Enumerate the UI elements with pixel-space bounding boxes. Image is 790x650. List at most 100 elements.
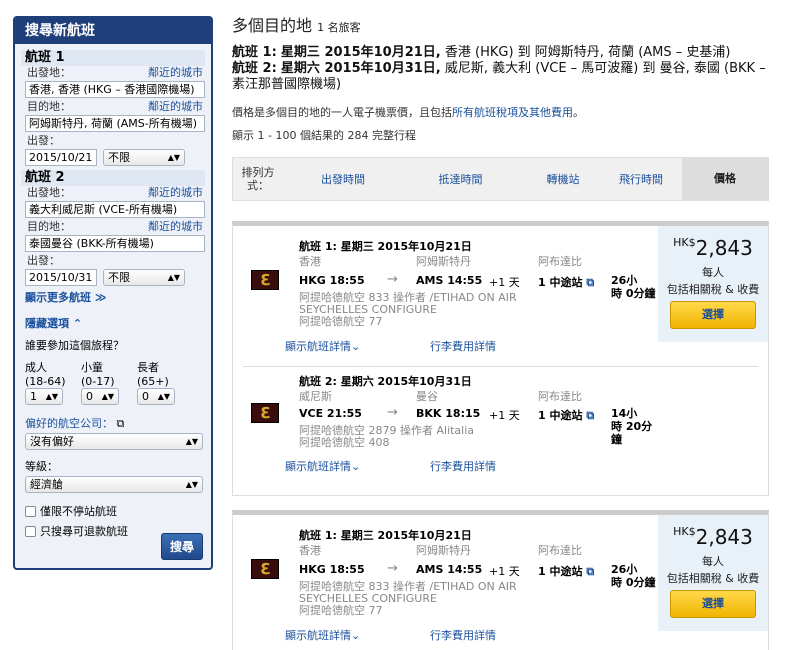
show-flight-details-link[interactable]: 顯示航班詳情⌄ xyxy=(285,338,360,354)
chevron-up-icon: ⌃ xyxy=(72,317,83,330)
via-city: 阿布達比 xyxy=(538,255,582,268)
flight1-to-nearby-link[interactable]: 鄰近的城市 xyxy=(148,100,203,114)
flight2-section-label: 航班 2 xyxy=(21,170,205,186)
search-button[interactable]: 搜尋 xyxy=(160,533,203,560)
search-panel-title: 搜尋新航班 xyxy=(15,18,211,44)
baggage-fees-link[interactable]: 行李費用詳情 xyxy=(430,338,496,354)
arrow-right-icon: → xyxy=(387,405,398,420)
arrow-right-icon: → xyxy=(387,272,398,287)
sort-label: 排列方式： xyxy=(241,166,275,192)
preferred-airline-select[interactable]: 沒有偏好 ▲▼ xyxy=(25,433,203,450)
traveler-count: 1 名旅客 xyxy=(317,21,361,34)
stops[interactable]: 1 中途站 ⧉ xyxy=(538,407,594,423)
to-city: 阿姆斯特丹 xyxy=(416,544,471,557)
popup-icon: ⧉ xyxy=(116,417,125,430)
show-flight-details-link[interactable]: 顯示航班詳情⌄ xyxy=(285,627,360,643)
preferred-airline-link[interactable]: 偏好的航空公司： xyxy=(25,417,113,430)
select-button[interactable]: 選擇 xyxy=(670,301,756,329)
via-city: 阿布達比 xyxy=(538,390,582,403)
refundable-label: 只搜尋可退款航班 xyxy=(40,525,128,538)
departure-time: HKG 18:55 xyxy=(299,563,365,576)
per-person: 每人 xyxy=(702,555,724,568)
baggage-fees-link[interactable]: 行李費用詳情 xyxy=(430,627,496,643)
arrow-right-icon: → xyxy=(387,561,398,576)
duration: 26小時 0分鐘 xyxy=(611,563,656,589)
chevron-down-icon: ⌄ xyxy=(351,460,361,473)
flight2-depart-label: 出發： xyxy=(27,254,60,267)
sort-price[interactable]: 價格 xyxy=(682,157,768,201)
leg-header: 航班 2: 星期六 2015年10月31日 xyxy=(299,375,472,388)
departure-time: VCE 21:55 xyxy=(299,407,362,420)
seniors-label: 長者 xyxy=(137,361,159,374)
via-city: 阿布達比 xyxy=(538,544,582,557)
adults-select[interactable]: 1 ▲▼ xyxy=(25,388,63,405)
popup-icon: ⧉ xyxy=(586,409,595,422)
arrival-time: AMS 14:55 xyxy=(416,563,483,576)
leg-header: 航班 1: 星期三 2015年10月21日 xyxy=(299,240,472,253)
duration: 14小時 20分鐘 xyxy=(611,407,653,446)
operator-info: 阿提哈德航空 833 操作者 /ETIHAD ON AIR SEYCHELLES … xyxy=(299,291,517,328)
result-count: 顯示 1 - 100 個結果的 284 完整行程 xyxy=(232,129,416,142)
popup-icon: ⧉ xyxy=(586,565,595,578)
flight1-from-input[interactable]: 香港, 香港 (HKG – 香港國際機場) xyxy=(25,81,205,98)
checkbox-box[interactable] xyxy=(25,505,36,517)
price: HK$2,843 xyxy=(673,236,753,260)
flight2-to-label: 目的地： xyxy=(27,220,71,233)
flight2-to-nearby-link[interactable]: 鄰近的城市 xyxy=(148,220,203,234)
seniors-range: (65+) xyxy=(137,375,169,388)
stops[interactable]: 1 中途站 ⧉ xyxy=(538,563,594,579)
cabin-class-select[interactable]: 經濟艙 ▲▼ xyxy=(25,476,203,493)
seniors-select[interactable]: 0 ▲▼ xyxy=(137,388,175,405)
flight1-time-value: 不限 xyxy=(108,151,130,164)
flight1-time-select[interactable]: 不限 ▲▼ xyxy=(103,149,185,166)
select-arrows-icon: ▲▼ xyxy=(45,392,58,401)
sort-duration[interactable]: 飛行時間 xyxy=(608,171,674,187)
flight2-from-label: 出發地： xyxy=(27,186,71,199)
sort-bar: 排列方式： 出發時間 抵達時間 轉機站 飛行時間 價格 xyxy=(232,157,769,201)
from-city: 香港 xyxy=(299,544,321,557)
departure-time: HKG 18:55 xyxy=(299,274,365,287)
flight1-to-label: 目的地： xyxy=(27,100,71,113)
result-card: 航班 1: 星期三 2015年10月21日 香港 阿姆斯特丹 阿布達比 ℇ HK… xyxy=(232,510,769,650)
select-button[interactable]: 選擇 xyxy=(670,590,756,618)
select-arrows-icon: ▲▼ xyxy=(167,273,180,282)
flight2-to-input[interactable]: 泰國曼谷 (BKK-所有機場) xyxy=(25,235,205,252)
adults-label: 成人 xyxy=(25,361,47,374)
class-label: 等級： xyxy=(25,460,58,473)
flight1-from-label: 出發地： xyxy=(27,66,71,79)
sort-arrival[interactable]: 抵達時間 xyxy=(403,171,518,187)
show-flight-details-link[interactable]: 顯示航班詳情⌄ xyxy=(285,458,360,474)
flight1-date-input[interactable]: 2015/10/21 xyxy=(25,149,97,166)
arrival-time: BKK 18:15 xyxy=(416,407,481,420)
page-title: 多個目的地 1 名旅客 xyxy=(232,16,361,35)
nonstop-checkbox[interactable]: 僅限不停站航班 xyxy=(25,503,211,519)
sort-departure[interactable]: 出發時間 xyxy=(283,171,403,187)
baggage-fees-link[interactable]: 行李費用詳情 xyxy=(430,458,496,474)
select-arrows-icon: ▲▼ xyxy=(185,480,198,489)
select-arrows-icon: ▲▼ xyxy=(157,392,170,401)
etihad-logo-icon: ℇ xyxy=(251,559,279,579)
duration: 26小時 0分鐘 xyxy=(611,274,656,300)
flight-leg: 航班 1: 星期三 2015年10月21日 香港 阿姆斯特丹 阿布達比 ℇ HK… xyxy=(233,226,768,353)
flight1-from-nearby-link[interactable]: 鄰近的城市 xyxy=(148,66,203,80)
stops[interactable]: 1 中途站 ⧉ xyxy=(538,274,594,290)
flight1-section-label: 航班 1 xyxy=(21,50,205,66)
next-day: +1 天 xyxy=(489,409,520,422)
checkbox-box[interactable] xyxy=(25,525,36,537)
flight2-from-nearby-link[interactable]: 鄰近的城市 xyxy=(148,186,203,200)
hide-options-link[interactable]: 隱藏選項 ⌃ xyxy=(25,315,211,331)
to-city: 阿姆斯特丹 xyxy=(416,255,471,268)
flight2-from-input[interactable]: 義大利威尼斯 (VCE-所有機場) xyxy=(25,201,205,218)
arrival-time: AMS 14:55 xyxy=(416,274,483,287)
flight1-to-input[interactable]: 阿姆斯特丹, 荷蘭 (AMS-所有機場) xyxy=(25,115,205,132)
taxes-included: 包括相關稅 & 收費 xyxy=(666,283,760,296)
sort-stops[interactable]: 轉機站 xyxy=(518,171,608,187)
leg-divider xyxy=(243,366,758,367)
taxes-fees-link[interactable]: 所有航班稅項及其他費用 xyxy=(452,106,573,119)
children-select[interactable]: 0 ▲▼ xyxy=(81,388,119,405)
flight2-time-select[interactable]: 不限 ▲▼ xyxy=(103,269,185,286)
flight2-date-input[interactable]: 2015/10/31 xyxy=(25,269,97,286)
popup-icon: ⧉ xyxy=(586,276,595,289)
show-more-flights-link[interactable]: 顯示更多航班 ≫ xyxy=(25,289,211,305)
search-panel: 搜尋新航班 航班 1 出發地： 鄰近的城市 香港, 香港 (HKG – 香港國際機… xyxy=(13,16,213,570)
